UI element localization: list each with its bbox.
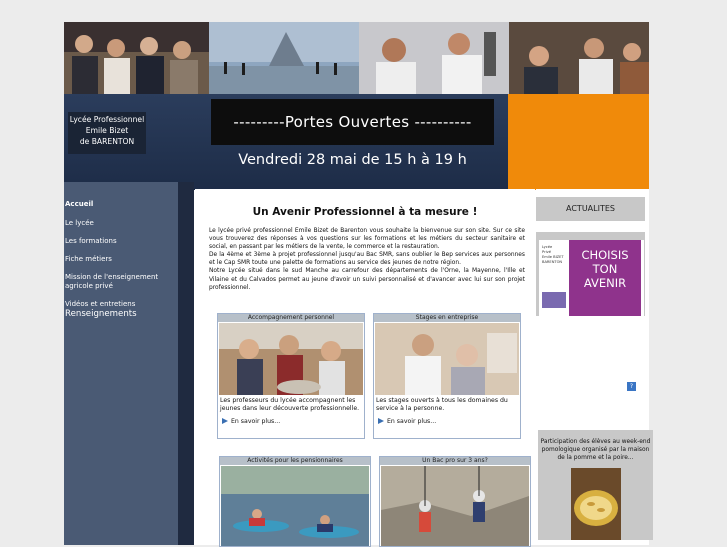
feature-box-title: Activités pour les pensionnaires (220, 457, 370, 465)
participation-card[interactable]: Participation des élèves au week-end pom… (538, 430, 653, 540)
feature-box-title: Un Bac pro sur 3 ans? (380, 457, 530, 465)
school-name-line3: de BARENTON (79, 137, 135, 146)
feature-box-accompagnement: Accompagnement personnel Les professeurs… (217, 313, 365, 439)
nav-item-mission[interactable]: Mission de l'enseignement agricole privé (65, 273, 175, 291)
page: Lycée Professionnel Emile Bizet de BAREN… (64, 22, 653, 547)
header-photo-strip (64, 22, 649, 94)
actualites-heading: ACTUALITES (536, 197, 645, 221)
open-day-title: ---------Portes Ouvertes ---------- (211, 99, 494, 145)
feature-box-title: Accompagnement personnel (218, 314, 364, 322)
arrow-right-icon (378, 418, 384, 424)
school-name-line2: Emile Bizet (85, 126, 129, 135)
poster-line1: CHOISIS (581, 248, 629, 262)
more-link-label: En savoir plus... (387, 418, 437, 425)
header-banner: Lycée Professionnel Emile Bizet de BAREN… (64, 94, 649, 190)
participation-text: Participation des élèves au week-end pom… (540, 439, 651, 461)
feature-box-photo (221, 466, 369, 546)
nav-item-fiche-metiers[interactable]: Fiche métiers (65, 255, 175, 264)
nav-item-le-lycee[interactable]: Le lycée (65, 219, 175, 228)
actualites-poster-card[interactable]: Lycée Privé Emile BIZET BARENTON CHOISIS… (536, 232, 645, 316)
tart-photo (571, 468, 621, 540)
main-title: Un Avenir Professionnel à ta mesure ! (252, 206, 478, 218)
school-name-box: Lycée Professionnel Emile Bizet de BAREN… (68, 112, 146, 154)
poster-small-line4: BARENTON (542, 260, 563, 264)
feature-box-caption: Les stages ouverts à tous les domaines d… (376, 397, 508, 412)
accompagnement-photo (219, 323, 363, 395)
feature-box-caption: Les professeurs du lycée accompagnent le… (220, 397, 360, 412)
nav-item-videos[interactable]: Vidéos et entretiens (65, 300, 175, 309)
open-day-date: Vendredi 28 mai de 15 h à 19 h (238, 152, 467, 168)
feature-box-photo (375, 323, 519, 395)
activites-photo (221, 466, 369, 546)
feature-box-more-link[interactable]: En savoir plus... (378, 418, 436, 425)
right-sidebar: ACTUALITES Lycée Privé Emile BIZET BAREN… (536, 189, 653, 545)
bac-pro-photo (381, 466, 529, 546)
feature-box-photo (381, 466, 529, 546)
main-intro-text: Le lycée privé professionnel Emile Bizet… (209, 227, 525, 292)
poster-line3: AVENIR (583, 276, 627, 290)
feature-box-bac-pro: Un Bac pro sur 3 ans? (379, 456, 531, 547)
feature-box-more-link[interactable]: En savoir plus... (222, 418, 280, 425)
feature-box-activites: Activités pour les pensionnaires (219, 456, 371, 547)
header-photos (64, 22, 649, 94)
school-name-line1: Lycée Professionnel (69, 115, 145, 124)
stages-photo (375, 323, 519, 395)
info-icon[interactable]: ? (627, 382, 636, 391)
feature-box-photo (219, 323, 363, 395)
main-content: Un Avenir Professionnel à ta mesure ! Le… (195, 189, 535, 547)
intro-paragraph-3: Notre Lycée situé dans le sud Manche au … (209, 268, 525, 291)
nav-item-formations[interactable]: Les formations (65, 237, 175, 246)
poster-line2: TON (592, 262, 618, 276)
nav-item-accueil[interactable]: Accueil (65, 200, 175, 209)
arrow-right-icon (222, 418, 228, 424)
poster-slogan: CHOISIS TON AVENIR (569, 248, 641, 290)
more-link-label: En savoir plus... (231, 418, 281, 425)
sidebar-dark-column (178, 182, 194, 545)
feature-box-stages: Stages en entreprise Les stages ouverts … (373, 313, 521, 439)
nav-item-renseignements[interactable]: Renseignements (65, 310, 175, 319)
banner-orange-area (508, 94, 649, 190)
sidebar-nav: Accueil Le lycée Les formations Fiche mé… (64, 182, 178, 545)
intro-paragraph-1: Le lycée privé professionnel Emile Bizet… (209, 228, 525, 251)
poster-school-label: Lycée Privé Emile BIZET BARENTON (542, 245, 564, 265)
feature-box-title: Stages en entreprise (374, 314, 520, 322)
intro-paragraph-2: De la 4ème et 3ème à projet professionne… (209, 252, 525, 267)
